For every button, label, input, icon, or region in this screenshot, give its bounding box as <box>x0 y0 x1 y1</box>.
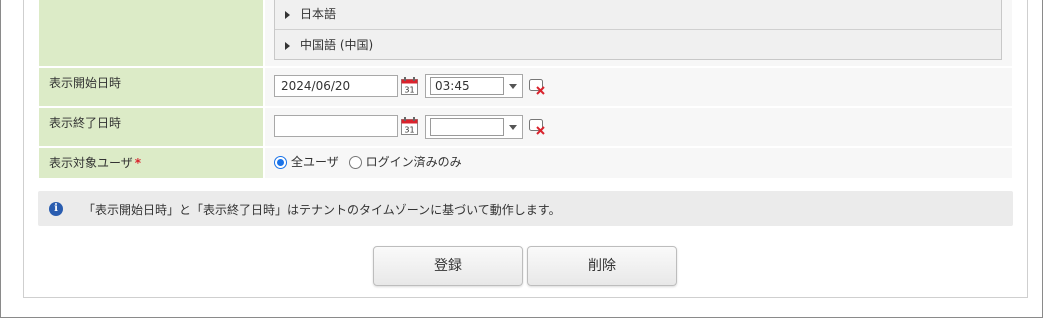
end-time-select[interactable] <box>425 115 523 139</box>
radio-all-users[interactable]: 全ユーザ <box>274 155 343 169</box>
svg-text:31: 31 <box>404 86 414 95</box>
radio-label: ログイン済みのみ <box>365 155 462 169</box>
target-users-label: 表示対象ユーザ <box>49 156 133 170</box>
info-message-text: 「表示開始日時」と「表示終了日時」はテナントのタイムゾーンに基づいて動作します。 <box>83 203 561 217</box>
clear-datetime-icon[interactable] <box>529 119 546 135</box>
clear-datetime-icon[interactable] <box>529 79 546 95</box>
required-mark: * <box>134 156 142 170</box>
language-label-cell <box>39 0 263 66</box>
radio-label: 全ユーザ <box>291 155 339 169</box>
end-datetime-label: 表示終了日時 <box>49 116 122 130</box>
target-users-label-cell: 表示対象ユーザ * <box>39 148 263 178</box>
info-message-bar: i 「表示開始日時」と「表示終了日時」はテナントのタイムゾーンに基づいて動作しま… <box>38 191 1013 226</box>
language-accordion: 日本語 中国語 (中国) <box>274 0 1002 60</box>
info-icon: i <box>49 202 63 216</box>
calendar-icon[interactable]: 31 <box>401 77 418 95</box>
start-time-select[interactable]: 03:45 <box>425 74 523 98</box>
delete-button[interactable]: 削除 <box>527 246 677 286</box>
language-label: 中国語 (中国) <box>300 38 374 52</box>
start-date-input[interactable]: 2024/06/20 <box>274 75 398 97</box>
calendar-icon[interactable]: 31 <box>401 117 418 135</box>
language-item-ja[interactable]: 日本語 <box>275 0 1001 29</box>
chevron-down-icon <box>509 125 517 130</box>
radio-button-checked[interactable] <box>274 156 287 169</box>
start-time-value: 03:45 <box>430 77 504 95</box>
expand-arrow-icon <box>285 41 290 50</box>
chevron-down-icon <box>509 84 517 89</box>
expand-arrow-icon <box>285 10 290 19</box>
language-item-zh[interactable]: 中国語 (中国) <box>275 29 1001 59</box>
end-time-value <box>430 118 504 136</box>
radio-logged-in-only[interactable]: ログイン済みのみ <box>348 155 462 169</box>
target-users-radio-group: 全ユーザ ログイン済みのみ <box>274 153 462 170</box>
language-label: 日本語 <box>300 7 337 21</box>
radio-button[interactable] <box>348 156 362 169</box>
start-datetime-label-cell: 表示開始日時 <box>39 68 263 106</box>
end-date-input[interactable] <box>274 115 398 137</box>
register-button[interactable]: 登録 <box>373 246 523 286</box>
start-datetime-label: 表示開始日時 <box>49 76 122 90</box>
svg-text:31: 31 <box>404 126 414 135</box>
end-datetime-label-cell: 表示終了日時 <box>39 108 263 146</box>
